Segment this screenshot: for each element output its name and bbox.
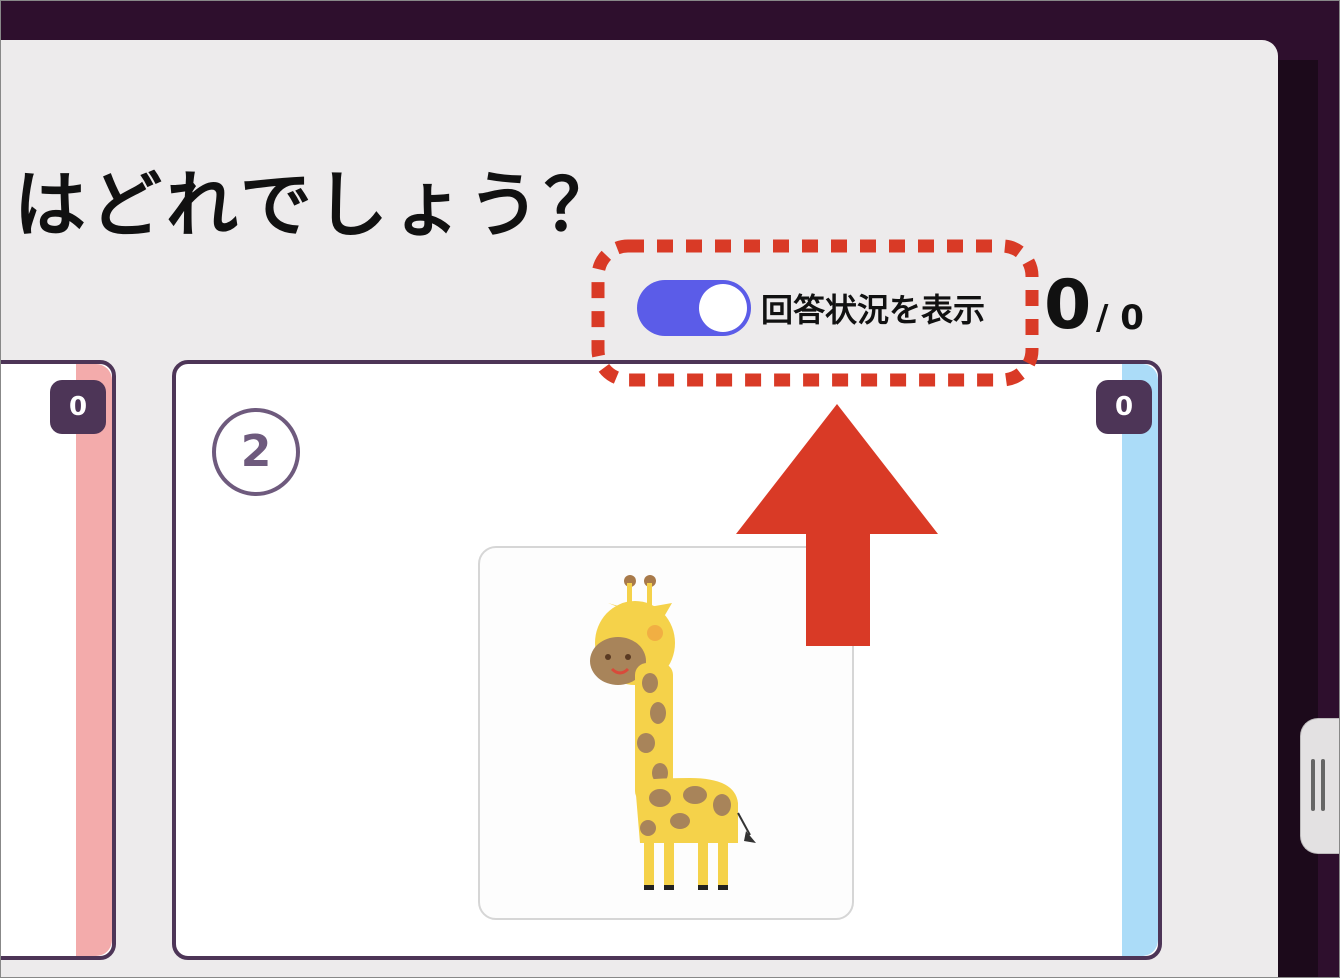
question-text: はどれでしょう？ <box>14 163 620 247</box>
giraffe-illustration <box>590 575 756 890</box>
grip-handle-icon <box>1311 759 1315 811</box>
choice-number: 2 <box>212 408 300 496</box>
answer-card-1[interactable]: 0 <box>0 360 116 960</box>
show-answer-status-toggle[interactable]: 回答状況を表示 <box>637 280 985 336</box>
answer-count-badge: 0 <box>50 380 106 434</box>
card-color-stripe <box>1122 364 1158 956</box>
toggle-switch[interactable] <box>637 280 751 336</box>
answer-card-2[interactable]: 0 2 <box>172 360 1162 960</box>
up-arrow-icon <box>736 404 938 646</box>
toggle-label: 回答状況を表示 <box>761 291 986 329</box>
answered-count: 0 <box>1044 266 1092 345</box>
answer-count-badge: 0 <box>1096 380 1152 434</box>
total-count: / 0 <box>1096 298 1144 338</box>
side-panel-handle[interactable] <box>1300 718 1340 854</box>
toggle-knob <box>699 284 747 332</box>
card-color-stripe <box>76 364 112 956</box>
grip-handle-icon <box>1321 759 1325 811</box>
